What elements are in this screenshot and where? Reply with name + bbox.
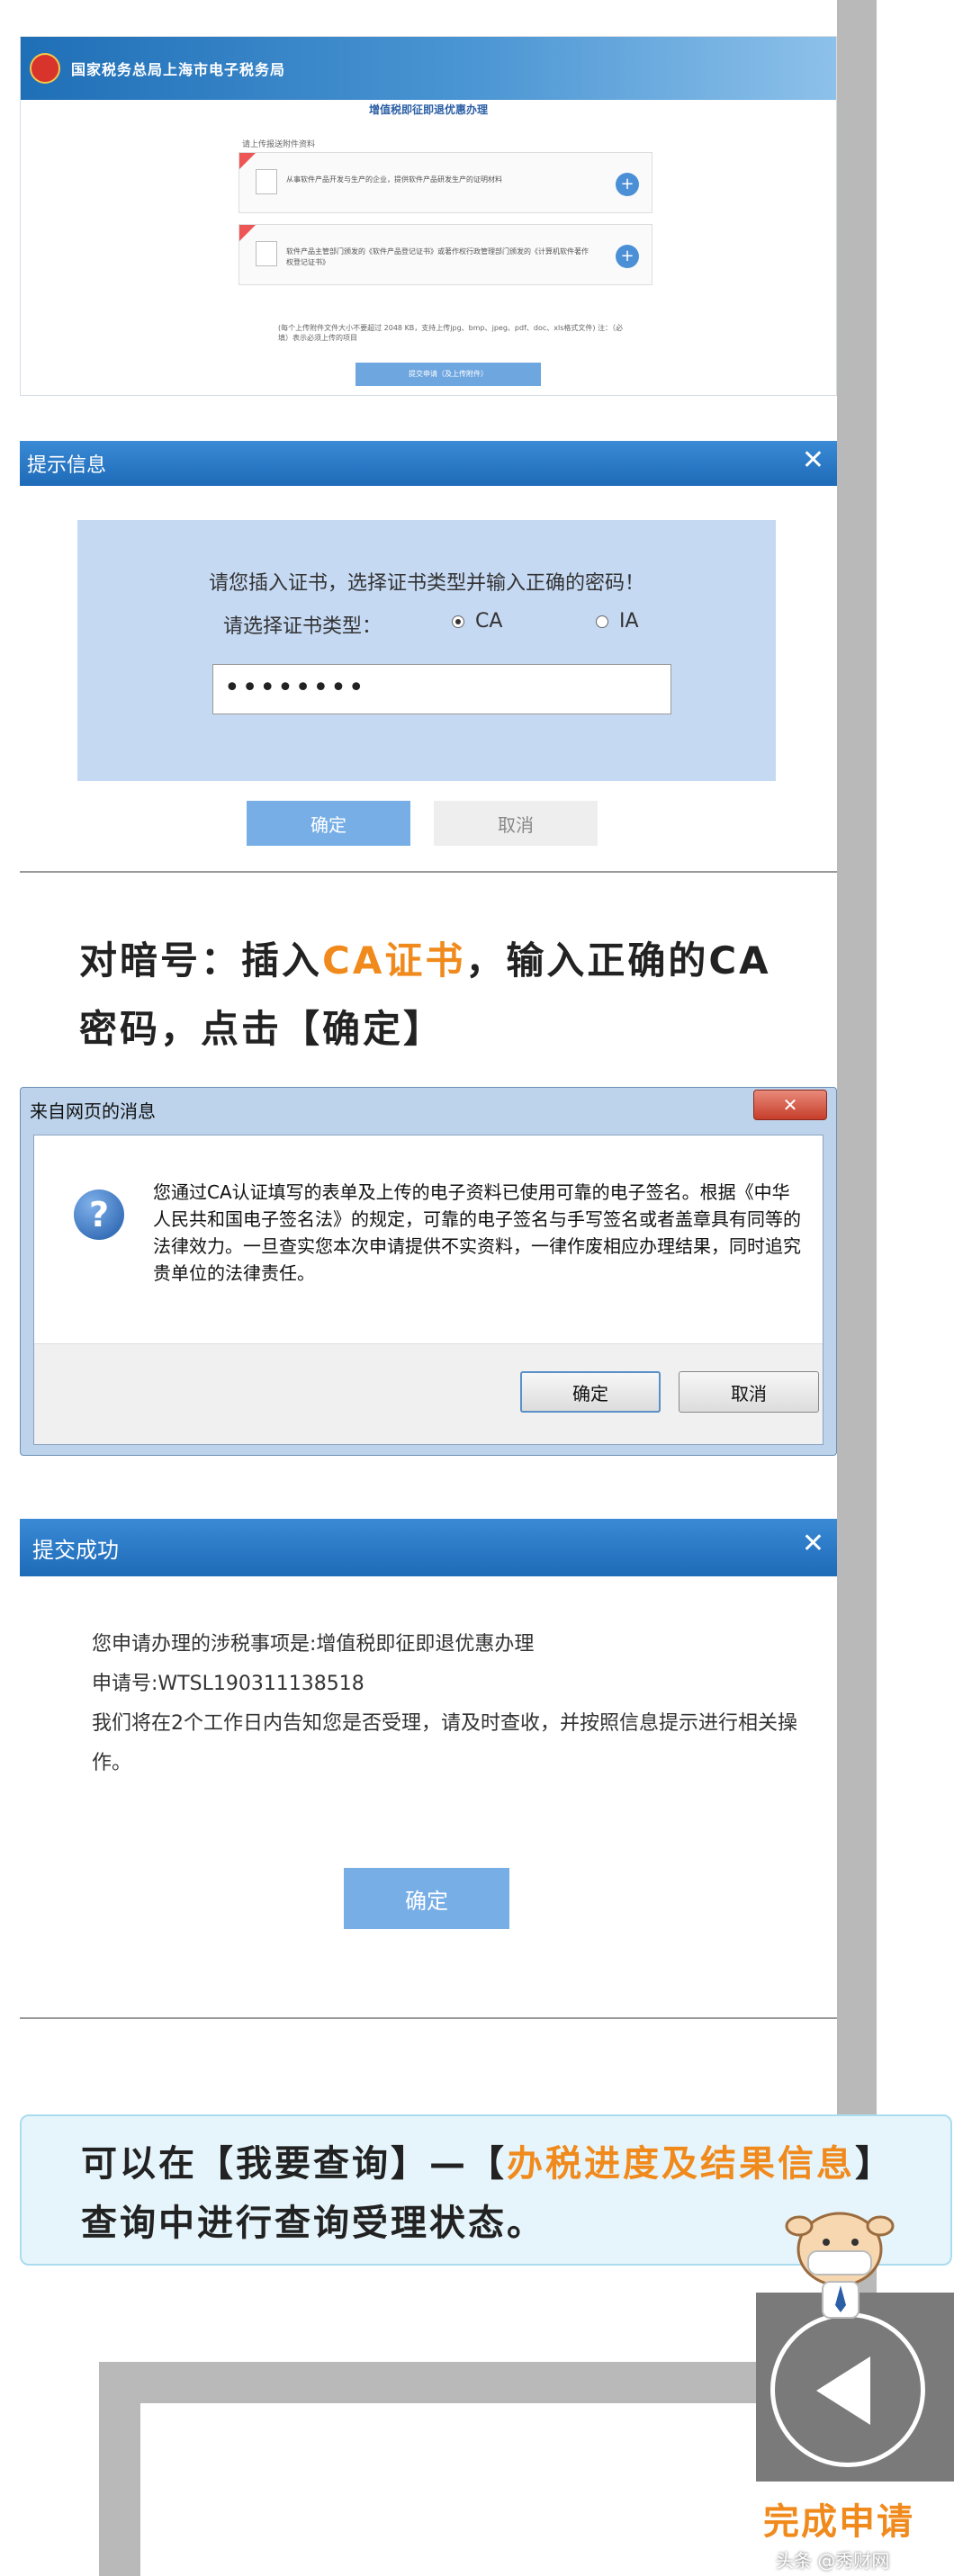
certificate-prompt: 请您插入证书，选择证书类型并输入正确的密码！ [208, 572, 644, 595]
attachment-item-text: 从事软件产品开发与生产的企业，提供软件产品研发生产的证明材料 [286, 175, 502, 184]
question-icon: ? [74, 1189, 124, 1240]
dialog-title-bar: 提示信息 ✕ [20, 441, 837, 486]
confirm-button[interactable]: 确定 [247, 801, 410, 846]
cancel-button[interactable]: 取消 [679, 1371, 819, 1413]
radio-ca-label: CA [475, 610, 503, 633]
site-header: 国家税务总局上海市电子税务局 [21, 37, 836, 100]
radio-unselected-icon [596, 615, 608, 628]
upload-label: 请上传报送附件资料 [242, 140, 316, 149]
legal-notice-text: 您通过CA认证填写的表单及上传的电子资料已使用可靠的电子签名。根据《中华人民共和… [153, 1181, 801, 1284]
dialog-title: 提示信息 [27, 454, 107, 477]
certificate-form: 请您插入证书，选择证书类型并输入正确的密码！ 请选择证书类型： CA IA ••… [77, 520, 776, 781]
webpage-message-dialog: 来自网页的消息 ✕ ? 您通过CA认证填写的表单及上传的电子资料已使用可靠的电子… [20, 1087, 837, 1456]
dialog-body: ? 您通过CA认证填写的表单及上传的电子资料已使用可靠的电子签名。根据《中华人民… [33, 1135, 824, 1445]
confirm-button[interactable]: 确定 [520, 1371, 661, 1413]
dialog-title-bar: 提交成功 ✕ [20, 1519, 837, 1576]
dialog-title: 提交成功 [32, 1537, 119, 1563]
site-title: 国家税务总局上海市电子税务局 [71, 61, 286, 78]
document-icon [256, 169, 277, 194]
attachment-item: 软件产品主管部门颁发的《软件产品登记证书》或著作权行政管理部门颁发的《计算机软件… [238, 224, 652, 285]
caption-text: 对暗号：插入 [79, 938, 323, 983]
radio-selected-icon [452, 615, 464, 628]
close-button[interactable]: ✕ [753, 1090, 827, 1120]
close-icon[interactable]: ✕ [802, 1528, 824, 1560]
certificate-dialog: 提示信息 ✕ 请您插入证书，选择证书类型并输入正确的密码！ 请选择证书类型： C… [20, 441, 837, 873]
arrow-left-icon [816, 2356, 870, 2425]
matter-line: 您申请办理的涉税事项是:增值税即征即退优惠办理 [92, 1633, 535, 1656]
add-attachment-button[interactable]: + [616, 173, 639, 196]
play-back-icon[interactable] [770, 2312, 925, 2467]
dialog-footer: 确定 取消 [34, 1343, 823, 1444]
cancel-button[interactable]: 取消 [434, 801, 598, 846]
cow-mascot-icon [785, 2212, 895, 2319]
success-message: 您申请办理的涉税事项是:增值税即征即退优惠办理 申请号:WTSL19031113… [45, 1625, 819, 1783]
watermark: 头条 @秀财网 [776, 2550, 890, 2572]
submit-success-dialog: 提交成功 ✕ 您申请办理的涉税事项是:增值税即征即退优惠办理 申请号:WTSL1… [20, 1519, 837, 2019]
upload-page-screenshot: 国家税务总局上海市电子税务局 增值税即征即退优惠办理 请上传报送附件资料 从事软… [20, 36, 837, 396]
complete-application-label: 完成申请 [763, 2501, 914, 2543]
document-icon [256, 241, 277, 266]
required-corner-mark [239, 153, 256, 169]
caption-highlight: CA证书 [322, 938, 466, 983]
password-field[interactable]: •••••••• [212, 664, 671, 714]
radio-ia[interactable]: IA [596, 610, 639, 633]
notice-line: 我们将在2个工作日内告知您是否受理，请及时查收，并按照信息提示进行相关操作。 [92, 1712, 797, 1774]
tax-emblem-icon [30, 53, 60, 84]
add-attachment-button[interactable]: + [616, 245, 639, 268]
submit-application-button[interactable]: 提交申请（及上传附件） [356, 363, 541, 386]
radio-ca[interactable]: CA [452, 610, 502, 633]
tip-highlight: 办税进度及结果信息 [507, 2143, 855, 2185]
dialog-title: 来自网页的消息 [30, 1100, 156, 1122]
application-number: 申请号:WTSL190311138518 [92, 1673, 364, 1695]
confirm-button[interactable]: 确定 [344, 1868, 509, 1929]
attachment-item: 从事软件产品开发与生产的企业，提供软件产品研发生产的证明材料 + [238, 152, 652, 213]
right-decorative-bar [837, 0, 877, 2339]
certificate-type-label: 请选择证书类型： [223, 615, 382, 638]
required-corner-mark [239, 225, 256, 241]
upload-note: (每个上传附件文件大小不要超过 2048 KB，支持上传jpg、bmp、jpeg… [278, 324, 624, 342]
attachment-item-text: 软件产品主管部门颁发的《软件产品登记证书》或著作权行政管理部门颁发的《计算机软件… [286, 247, 589, 266]
close-icon[interactable]: ✕ [802, 444, 824, 477]
page-heading: 增值税即征即退优惠办理 [368, 103, 488, 116]
radio-ia-label: IA [619, 610, 639, 633]
instruction-caption: 对暗号：插入CA证书，输入正确的CA密码，点击【确定】 [79, 927, 799, 1064]
tip-text-part: 可以在【我要查询】—【 [81, 2143, 507, 2185]
